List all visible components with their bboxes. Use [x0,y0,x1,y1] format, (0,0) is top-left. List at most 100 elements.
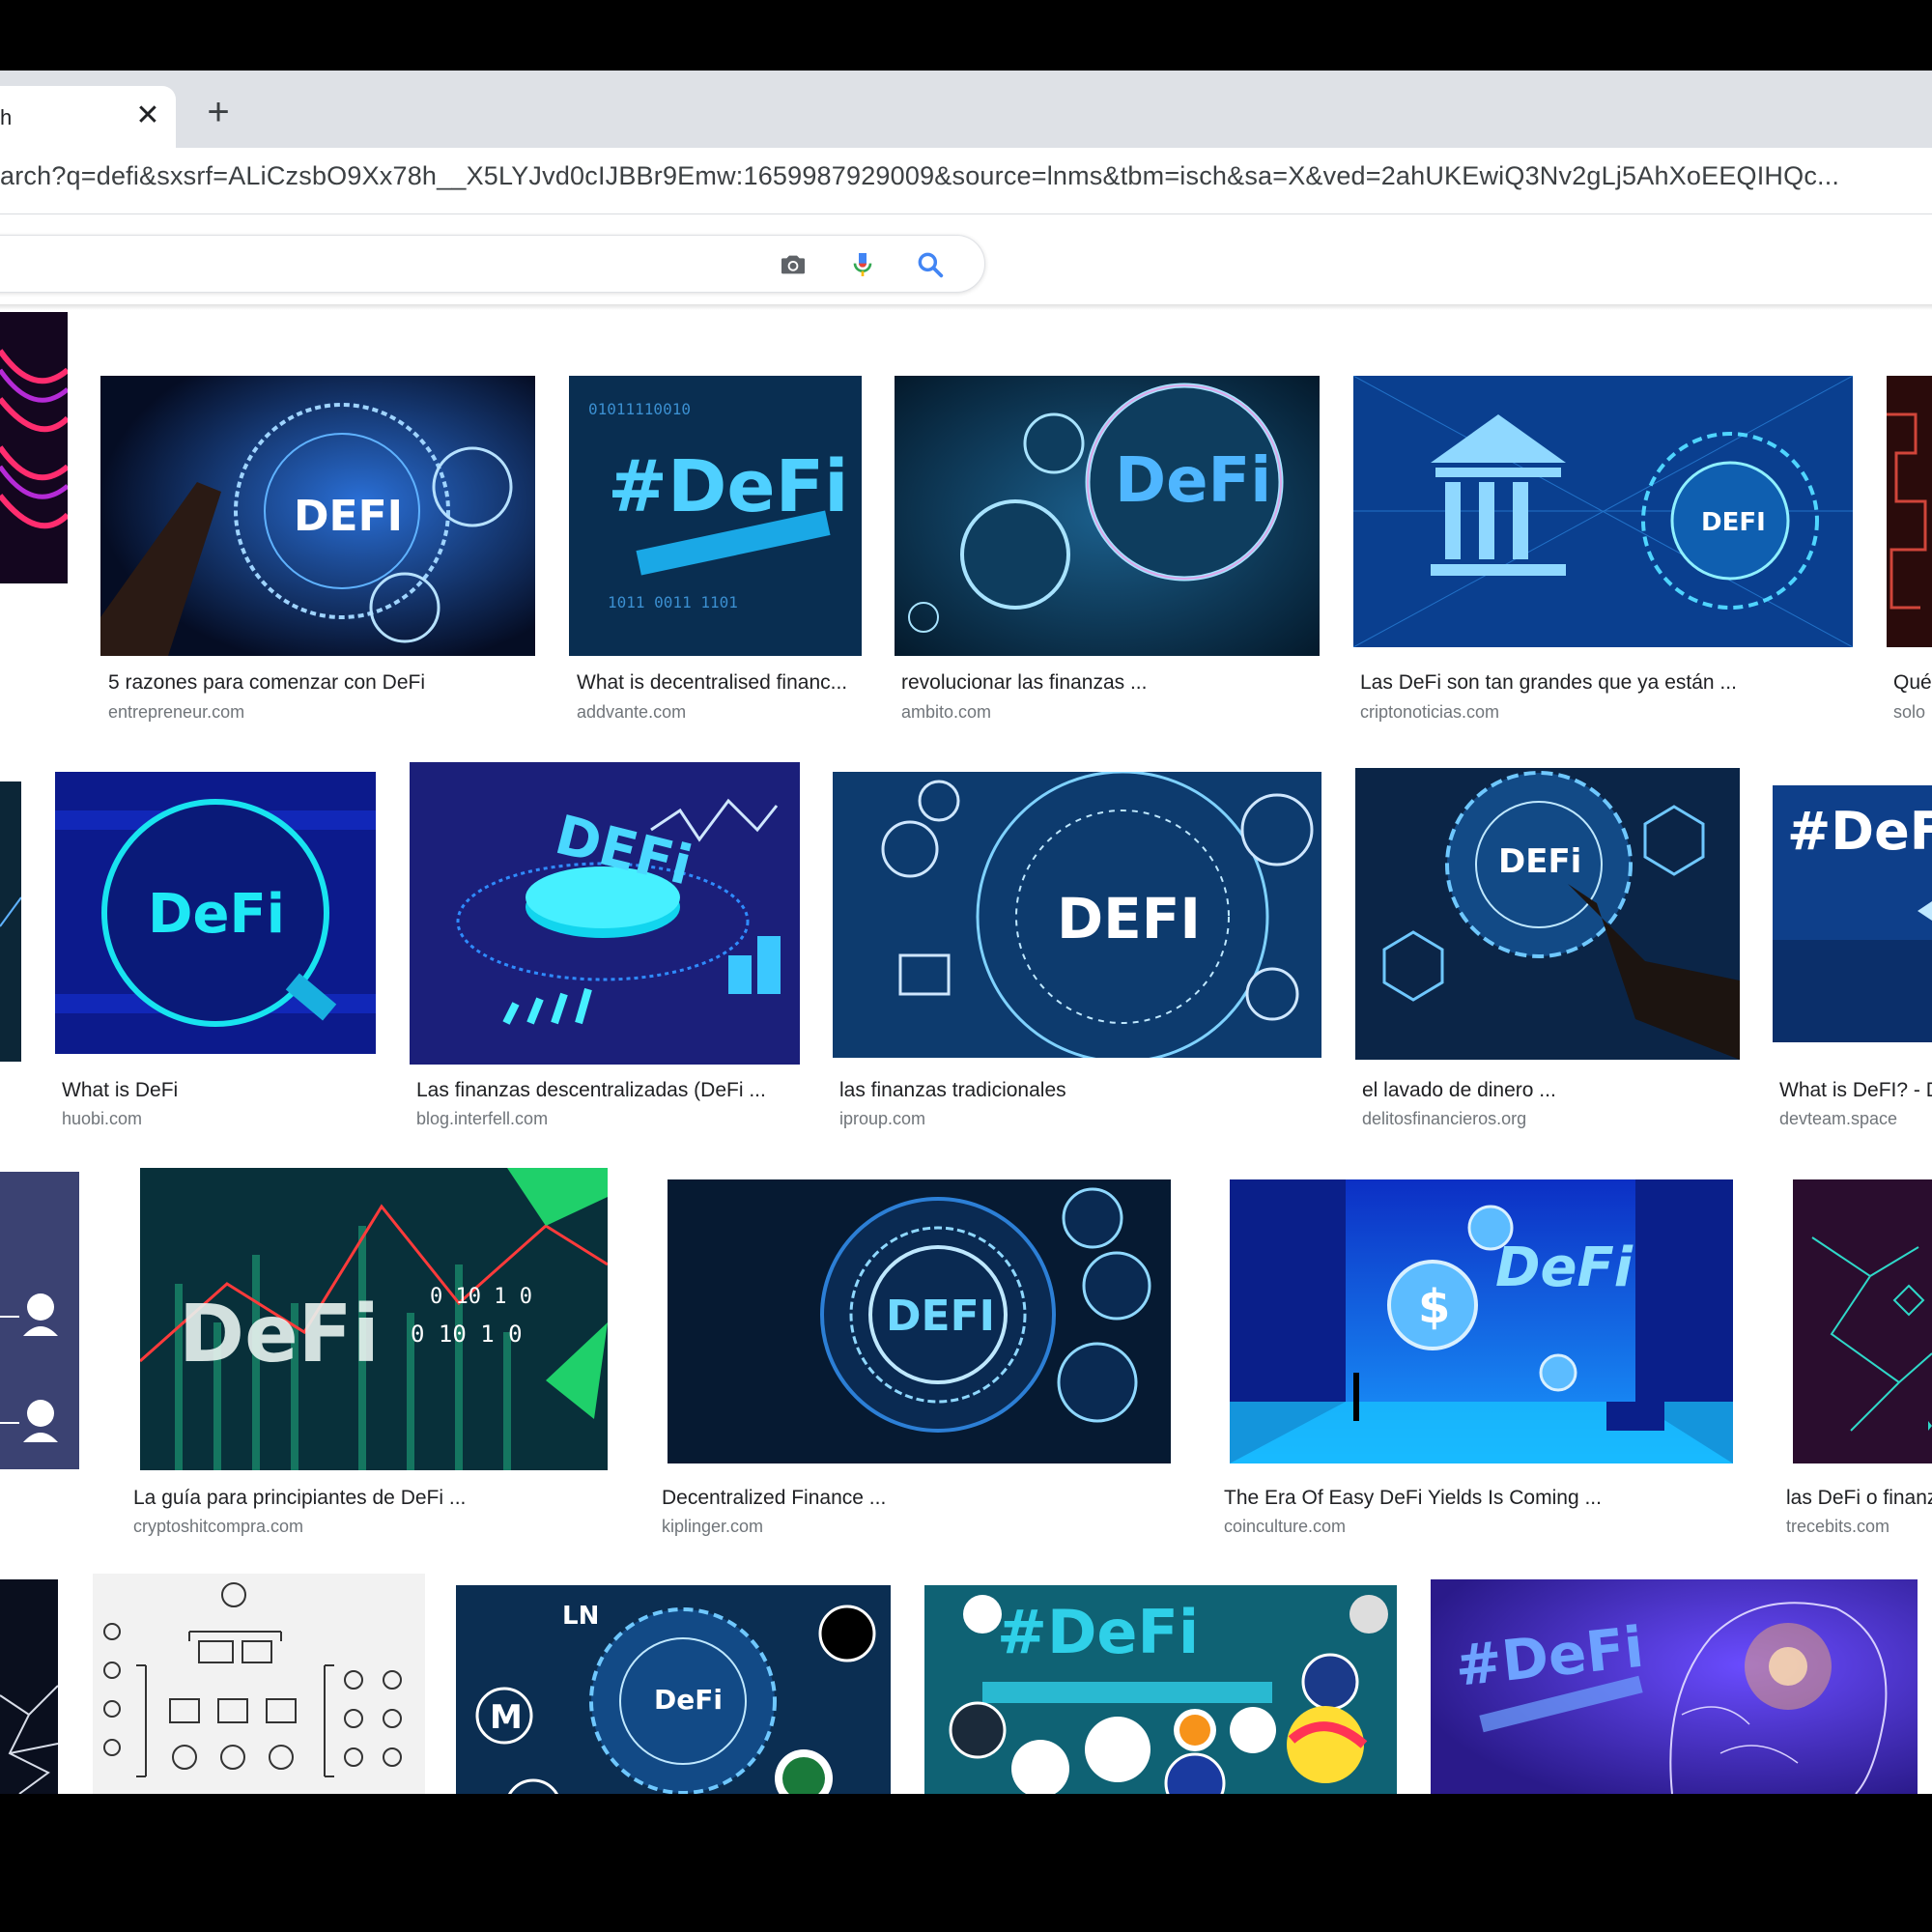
image-result[interactable] [0,306,68,741]
result-source[interactable]: coinculture.com [1224,1517,1346,1537]
result-source[interactable]: addvante.com [577,702,686,723]
result-title[interactable]: Las finanzas descentralizadas (DeFi ... [416,1079,766,1102]
result-thumbnail[interactable]: DEFI [833,772,1321,1058]
result-title[interactable]: Las DeFi son tan grandes que ya están ..… [1360,671,1737,695]
camera-icon[interactable] [778,249,809,280]
search-icon[interactable] [915,249,946,280]
result-title[interactable]: 5 razones para comenzar con DeFi [108,671,425,695]
close-tab-icon[interactable]: ✕ [133,101,162,130]
result-title[interactable]: The Era Of Easy DeFi Yields Is Coming ..… [1224,1487,1602,1510]
image-result[interactable]: 0 10 1 0 0 10 1 0 DeFi La guía para prin… [127,1168,610,1554]
image-result[interactable]: DeFi What is DeFi huobi.com [55,762,378,1149]
tab-strip: h ✕ + [0,71,1932,148]
mic-icon[interactable] [847,249,878,280]
image-result[interactable] [0,1579,60,1794]
result-source[interactable]: ambito.com [901,702,991,723]
result-thumbnail[interactable]: DeFi [895,376,1320,656]
image-result[interactable]: DEFi Las finanzas descentralizadas (DeFi… [410,762,800,1149]
thumb-text: DeFi [654,1684,723,1716]
result-source[interactable]: iproup.com [839,1109,925,1129]
result-source[interactable]: devteam.space [1779,1109,1897,1129]
result-source[interactable]: delitosfinancieros.org [1362,1109,1526,1129]
image-result[interactable]: #DeFi [924,1579,1399,1794]
result-thumbnail[interactable] [0,781,21,1062]
result-thumbnail[interactable] [0,312,68,583]
result-thumbnail[interactable] [0,1579,58,1794]
thumb-text: #DeF [1787,801,1932,862]
image-result[interactable]: DEFI las finanzas tradicionales iproup.c… [833,762,1323,1149]
thumb-text: DeFi [1115,445,1271,517]
thumb-text: DEFI [1701,508,1766,537]
image-result[interactable]: M LN DeFi [456,1579,893,1794]
result-thumbnail[interactable]: DEFI [668,1179,1171,1463]
result-title[interactable]: las finanzas tradicionales [839,1079,1066,1102]
result-source[interactable]: cryptoshitcompra.com [133,1517,303,1537]
image-result[interactable]: DeFi revolucionar las finanzas ... ambit… [895,306,1321,741]
result-thumbnail[interactable]: DEFI [1353,376,1853,647]
result-thumbnail[interactable] [1887,376,1932,647]
image-result[interactable]: 01011110010 1011 0011 1101 #DeFi What is… [569,306,864,741]
url-text[interactable]: arch?q=defi&sxsrf=ALiCzsbO9Xx78h__X5LYJv… [0,161,1839,191]
result-title[interactable]: La guía para principiantes de DeFi ... [133,1487,466,1510]
result-thumbnail[interactable]: M LN DeFi [456,1585,891,1794]
result-title[interactable]: revolucionar las finanzas ... [901,671,1147,695]
thumb-text: DEFI [1057,886,1201,952]
result-thumbnail[interactable] [0,1172,79,1469]
result-source[interactable]: criptonoticias.com [1360,702,1499,723]
new-tab-button[interactable]: + [201,93,236,131]
image-result[interactable]: DEFI Decentralized Finance ... kiplinger… [655,1168,1184,1554]
result-source[interactable]: huobi.com [62,1109,142,1129]
result-title[interactable]: Decentralized Finance ... [662,1487,886,1510]
image-result[interactable]: DEFi el lavado de dinero ... delitosfina… [1355,762,1742,1149]
result-title[interactable]: Qué [1893,671,1932,695]
image-result[interactable] [0,1168,81,1554]
result-title[interactable]: What is decentralised financ... [577,671,847,695]
result-title[interactable]: el lavado de dinero ... [1362,1079,1556,1102]
search-box[interactable] [0,235,985,293]
result-thumbnail[interactable]: DeFi [55,772,376,1054]
thumb-text: DeFi [1495,1236,1634,1299]
result-source[interactable]: solo [1893,702,1925,723]
image-result[interactable]: #DeF What is DeFI? - D devteam.space [1773,762,1932,1149]
result-source[interactable]: blog.interfell.com [416,1109,548,1129]
result-thumbnail[interactable]: DEFI [100,376,535,656]
result-thumbnail[interactable]: DEFi [410,762,800,1065]
thumb-text: #DeFi [997,1597,1199,1667]
tab-title: h [0,105,13,129]
image-result[interactable]: #DeFi [1431,1579,1918,1794]
result-thumbnail[interactable]: 0 10 1 0 0 10 1 0 DeFi [140,1168,608,1470]
thumb-text: DEFI [886,1292,995,1341]
result-title[interactable]: What is DeFI? - D [1779,1079,1932,1102]
result-thumbnail[interactable]: DEFi [1355,768,1740,1060]
image-result[interactable] [0,762,23,1149]
image-result[interactable]: DEFI Las DeFi son tan grandes que ya est… [1353,306,1855,741]
browser-tab[interactable]: h ✕ [0,86,176,148]
result-thumbnail[interactable]: 01011110010 1011 0011 1101 #DeFi [569,376,862,656]
svg-text:0 10 1 0: 0 10 1 0 [411,1321,523,1348]
svg-text:M: M [490,1698,523,1737]
image-result[interactable]: las DeFi o finanz trecebits.com [1779,1168,1932,1554]
svg-text:01011110010: 01011110010 [588,400,691,418]
svg-text:$: $ [1418,1280,1450,1334]
result-thumbnail[interactable] [93,1574,425,1794]
thumb-text: DeFi [179,1289,380,1380]
image-result[interactable]: DEFI 5 razones para comenzar con DeFi en… [100,306,537,741]
svg-text:1011 0011 1101: 1011 0011 1101 [608,593,738,611]
result-source[interactable]: kiplinger.com [662,1517,763,1537]
result-thumbnail[interactable]: #DeFi [924,1585,1397,1794]
image-result[interactable]: $ DeFi The Era Of Easy DeFi Yields Is Co… [1217,1168,1747,1554]
result-thumbnail[interactable]: $ DeFi [1230,1179,1733,1463]
image-result[interactable] [93,1574,425,1794]
result-title[interactable]: What is DeFi [62,1079,178,1102]
result-thumbnail[interactable] [1793,1179,1932,1463]
result-thumbnail[interactable]: #DeF [1773,785,1932,1042]
result-thumbnail[interactable]: #DeFi [1431,1579,1918,1794]
browser-window: h ✕ + arch?q=defi&sxsrf=ALiCzsbO9Xx78h__… [0,71,1932,1794]
thumb-text: DEFi [1498,842,1581,881]
result-source[interactable]: entrepreneur.com [108,702,244,723]
thumb-text: DEFI [294,492,403,541]
result-title[interactable]: las DeFi o finanz [1786,1487,1932,1510]
image-result[interactable]: Qué solo [1887,306,1932,741]
result-source[interactable]: trecebits.com [1786,1517,1889,1537]
address-bar[interactable]: arch?q=defi&sxsrf=ALiCzsbO9Xx78h__X5LYJv… [0,148,1932,214]
